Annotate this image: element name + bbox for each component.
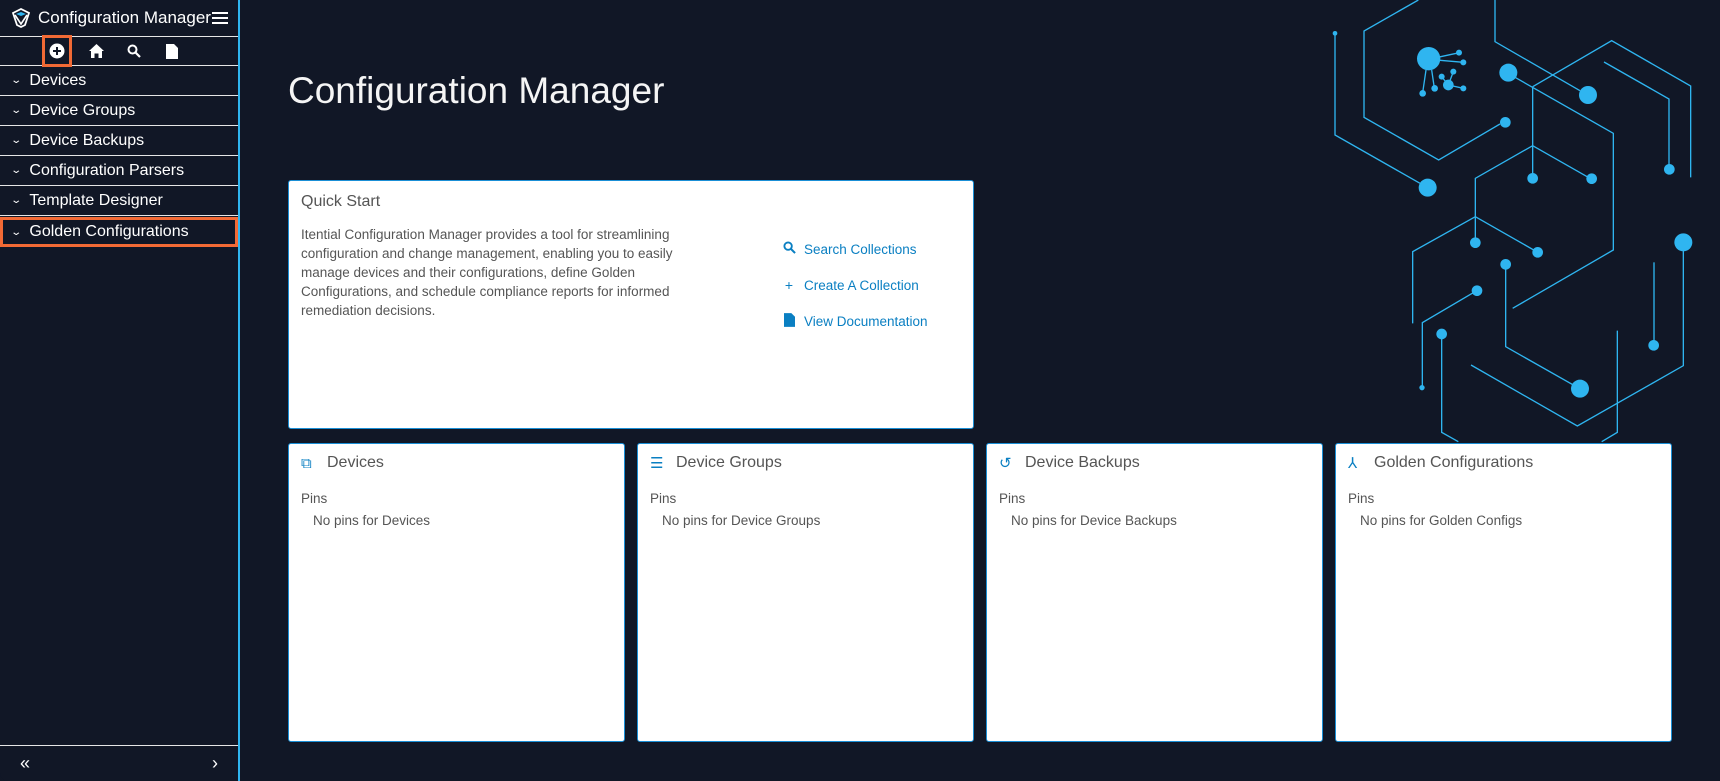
empty-pins-text: No pins for Device Groups — [662, 513, 821, 528]
sidebar-item-label: Configuration Parsers — [29, 161, 185, 179]
document-icon[interactable] — [160, 39, 184, 63]
quick-start-card: Quick Start Itential Configuration Manag… — [288, 180, 974, 429]
golden-configurations-card: ⅄ Golden Configurations Pins No pins for … — [1335, 443, 1672, 742]
view-documentation-link[interactable]: View Documentation — [781, 303, 928, 339]
chevron-down-icon: ⌄ — [10, 165, 23, 176]
sidebar-footer: « › — [0, 745, 238, 781]
sidebar-item-devices[interactable]: ⌄ Devices — [0, 66, 238, 96]
sidebar-item-label: Device Backups — [29, 131, 145, 149]
app-logo-icon — [11, 7, 31, 29]
sidebar-toolbar — [0, 35, 238, 67]
card-title: Device Groups — [676, 454, 782, 471]
empty-pins-text: No pins for Golden Configs — [1360, 513, 1523, 528]
pins-label: Pins — [999, 491, 1026, 506]
sidebar-item-device-groups[interactable]: ⌄ Device Groups — [0, 96, 238, 126]
card-title: Devices — [327, 454, 384, 471]
empty-pins-text: No pins for Devices — [313, 513, 431, 528]
hub-icon: ⅄ — [1348, 455, 1358, 472]
home-icon[interactable] — [84, 39, 108, 63]
chevron-down-icon: ⌄ — [10, 195, 23, 206]
app-title: Configuration Manager — [38, 8, 211, 27]
expand-button[interactable]: › — [212, 753, 218, 774]
link-label: View Documentation — [804, 313, 928, 329]
card-title: Device Backups — [1025, 454, 1140, 471]
history-icon: ↺ — [999, 455, 1012, 472]
list-icon: ☰ — [650, 455, 664, 472]
collapse-sidebar-button[interactable]: « — [20, 753, 30, 774]
hamburger-menu-icon[interactable] — [212, 12, 228, 24]
sidebar-item-configuration-parsers[interactable]: ⌄ Configuration Parsers — [0, 156, 238, 186]
link-label: Search Collections — [804, 241, 917, 257]
quick-start-title: Quick Start — [301, 193, 381, 210]
quick-start-description: Itential Configuration Manager provides … — [301, 227, 673, 318]
chevron-down-icon: ⌄ — [10, 75, 23, 86]
sidebar-item-label: Devices — [29, 71, 87, 89]
sidebar-item-label: Device Groups — [29, 101, 136, 119]
pins-label: Pins — [650, 491, 677, 506]
chevron-down-icon: ⌄ — [10, 226, 23, 238]
sidebar-item-template-designer[interactable]: ⌄ Template Designer — [0, 186, 238, 216]
link-label: Create A Collection — [804, 277, 919, 293]
devices-icon: ⧉ — [301, 454, 312, 472]
pins-label: Pins — [1348, 491, 1375, 506]
search-icon[interactable] — [122, 39, 146, 63]
device-backups-card: ↺ Device Backups Pins No pins for Device … — [986, 443, 1323, 742]
empty-pins-text: No pins for Device Backups — [1011, 513, 1177, 528]
chevron-down-icon: ⌄ — [10, 105, 23, 116]
document-icon — [781, 312, 797, 330]
sidebar-item-label: Golden Configurations — [29, 223, 189, 240]
sidebar-item-device-backups[interactable]: ⌄ Device Backups — [0, 126, 238, 156]
plus-icon: + — [784, 277, 794, 293]
add-circle-icon[interactable] — [42, 35, 72, 67]
create-collection-link[interactable]: + Create A Collection — [781, 267, 928, 303]
pins-label: Pins — [301, 491, 328, 506]
circuit-decoration — [1332, 0, 1693, 443]
page-title: Configuration Manager — [288, 70, 665, 111]
sidebar-item-golden-configurations[interactable]: ⌄ Golden Configurations — [0, 217, 238, 247]
search-collections-link[interactable]: Search Collections — [781, 231, 928, 267]
devices-card: ⧉ Devices Pins No pins for Devices — [288, 443, 625, 742]
sidebar: Configuration Manager ⌄ Devices ⌄ Device G… — [0, 0, 240, 781]
device-groups-card: ☰ Device Groups Pins No pins for Device G… — [637, 443, 974, 742]
search-icon — [781, 241, 797, 257]
card-title: Golden Configurations — [1374, 454, 1534, 471]
sidebar-item-label: Template Designer — [29, 191, 163, 209]
sidebar-header: Configuration Manager — [0, 0, 238, 37]
chevron-down-icon: ⌄ — [10, 135, 23, 146]
